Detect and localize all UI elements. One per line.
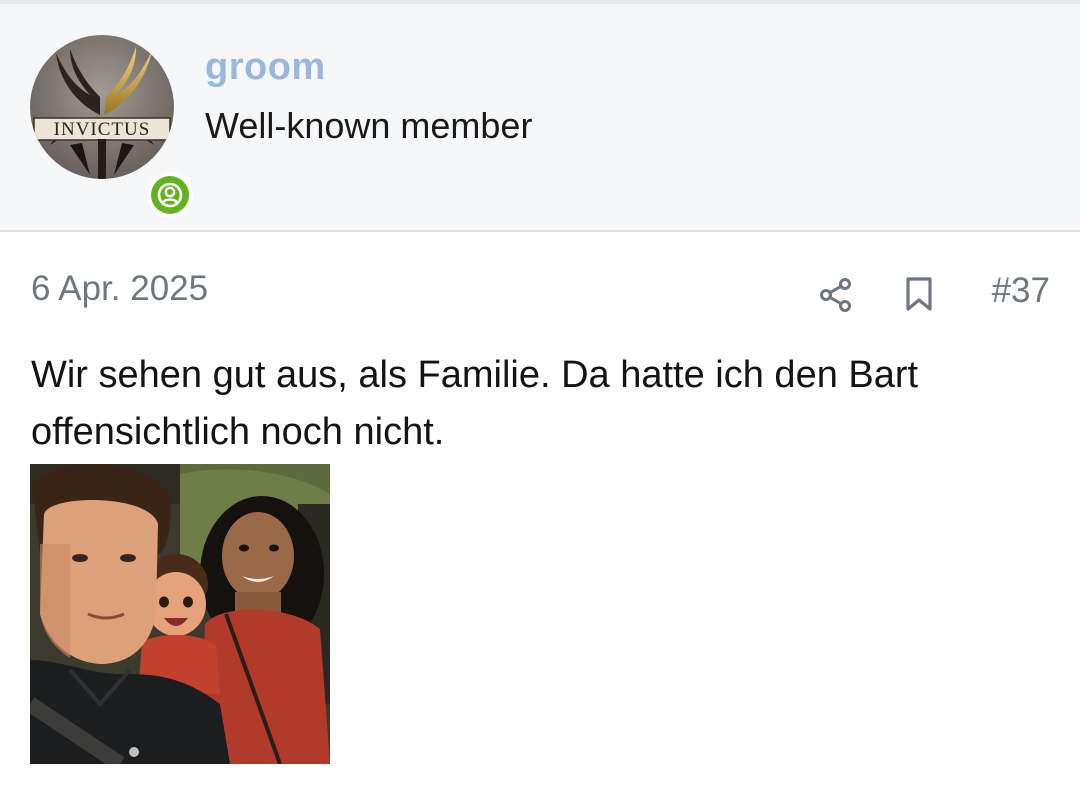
family-photo (30, 464, 330, 764)
avatar[interactable]: INVICTUS (30, 35, 174, 179)
post-attached-image[interactable] (30, 464, 330, 764)
avatar-container[interactable]: INVICTUS (30, 35, 193, 218)
avatar-logo-text: INVICTUS (54, 119, 151, 140)
post-body-text: Wir sehen gut aus, als Familie. Da hatte… (31, 354, 919, 453)
online-user-icon (157, 182, 183, 208)
username-link[interactable]: groom (205, 44, 326, 90)
user-title: Well-known member (205, 105, 533, 146)
online-status-badge (147, 172, 193, 218)
post-author-header: INVICTUS groom Well-known member (0, 4, 1080, 232)
share-icon (820, 278, 851, 312)
bookmark-icon (906, 277, 932, 311)
post-number-link[interactable]: #37 (980, 268, 1050, 314)
bookmark-button[interactable] (899, 274, 939, 314)
share-button[interactable] (816, 274, 856, 314)
post-date[interactable]: 6 Apr. 2025 (31, 266, 208, 312)
